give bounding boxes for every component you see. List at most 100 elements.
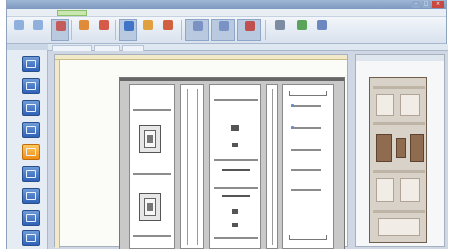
minimize-button[interactable]: – bbox=[412, 1, 420, 8]
preview-cabinet bbox=[369, 77, 427, 243]
breaker-lever bbox=[147, 135, 153, 143]
preview-module bbox=[400, 94, 420, 116]
module-tool-button[interactable] bbox=[22, 144, 40, 160]
cabinet-column-4[interactable] bbox=[266, 84, 278, 249]
breaker-module[interactable] bbox=[139, 193, 161, 221]
ribbon-button-label bbox=[95, 32, 113, 40]
search-icon bbox=[26, 126, 36, 134]
horizontal-ruler bbox=[55, 55, 347, 60]
ribbon-separator bbox=[71, 20, 72, 40]
layout-icon bbox=[193, 21, 203, 31]
mounting-bracket bbox=[289, 91, 327, 96]
preview-shelf bbox=[373, 170, 425, 173]
preview-device bbox=[376, 134, 392, 162]
panel-button-1[interactable] bbox=[22, 188, 40, 204]
column-rail bbox=[214, 159, 258, 161]
table-icon bbox=[275, 20, 285, 30]
window-title bbox=[127, 1, 307, 7]
front-view-button[interactable] bbox=[22, 78, 40, 94]
connection-marker bbox=[291, 104, 294, 107]
column-rail bbox=[291, 189, 321, 191]
rail-icon bbox=[143, 20, 153, 30]
terminal-block[interactable] bbox=[232, 223, 238, 227]
ribbon-button-label bbox=[10, 32, 28, 40]
document-tab-3[interactable] bbox=[122, 45, 144, 51]
maximize-button[interactable]: □ bbox=[422, 1, 430, 8]
ribbon-button-panel[interactable] bbox=[237, 19, 261, 41]
terminal-block[interactable] bbox=[232, 209, 238, 214]
breaker-module[interactable] bbox=[139, 125, 161, 153]
connection-marker bbox=[291, 126, 294, 129]
side-view-button[interactable] bbox=[22, 100, 40, 116]
workspace bbox=[48, 44, 448, 249]
side-view-icon bbox=[26, 104, 36, 112]
ribbon-button-check[interactable] bbox=[293, 19, 311, 41]
ribbon-separator bbox=[181, 20, 182, 40]
menu-tab-view[interactable] bbox=[89, 10, 111, 16]
cabinet-column-1[interactable] bbox=[129, 84, 175, 249]
cabinet-view-button[interactable] bbox=[22, 56, 40, 72]
module-icon bbox=[26, 148, 36, 156]
ribbon-button-table[interactable] bbox=[269, 19, 291, 41]
document-tab-2[interactable] bbox=[94, 45, 120, 51]
terminal-strip[interactable] bbox=[222, 195, 250, 197]
panel-button-3[interactable] bbox=[22, 230, 40, 246]
panel-button-2[interactable] bbox=[22, 210, 40, 226]
cabinet-icon bbox=[79, 20, 89, 30]
close-button[interactable]: × bbox=[432, 1, 444, 8]
vertical-rail bbox=[187, 89, 188, 245]
select-icon bbox=[56, 21, 66, 31]
ribbon-button-label bbox=[29, 32, 47, 40]
list-button[interactable] bbox=[22, 166, 40, 182]
vertical-rail bbox=[272, 89, 273, 245]
terminal-strip[interactable] bbox=[222, 169, 250, 171]
cabinet-column-5[interactable] bbox=[282, 84, 334, 249]
cabinet-top-rail bbox=[120, 78, 344, 81]
column-rail bbox=[133, 235, 171, 237]
menu-tab-file[interactable] bbox=[11, 10, 25, 16]
ribbon-button-insert[interactable] bbox=[95, 19, 113, 41]
module-icon bbox=[124, 21, 134, 31]
menu-tab-help[interactable] bbox=[113, 10, 131, 16]
ribbon-toolbar bbox=[7, 17, 446, 44]
ribbon-separator bbox=[265, 20, 266, 40]
preview-module bbox=[376, 178, 394, 202]
menu-tab-home[interactable] bbox=[27, 10, 55, 16]
ribbon-button-module[interactable] bbox=[119, 19, 137, 41]
left-tool-panel bbox=[7, 44, 48, 249]
terminal-block[interactable] bbox=[232, 143, 238, 147]
column-rail bbox=[214, 99, 258, 101]
ribbon-button-cabinet[interactable] bbox=[75, 19, 93, 41]
column-rail bbox=[291, 169, 321, 171]
preview-shelf bbox=[373, 122, 425, 125]
menu-tab-active[interactable] bbox=[57, 10, 87, 16]
terminal-block[interactable] bbox=[231, 125, 239, 131]
list-icon bbox=[26, 170, 36, 178]
search-button[interactable] bbox=[22, 122, 40, 138]
cabinet-column-3[interactable] bbox=[209, 84, 261, 249]
ribbon-button-help[interactable] bbox=[313, 19, 331, 41]
row-dimension-label bbox=[108, 118, 118, 122]
drawing-canvas[interactable] bbox=[54, 54, 348, 249]
ribbon-button-back[interactable] bbox=[10, 19, 28, 41]
cabinet-column-2[interactable] bbox=[180, 84, 204, 249]
ribbon-button-layout[interactable] bbox=[185, 19, 209, 41]
ribbon-button-select[interactable] bbox=[51, 19, 69, 41]
switchboard-cabinet[interactable] bbox=[119, 77, 345, 249]
device-icon bbox=[163, 20, 173, 30]
ribbon-button-rail[interactable] bbox=[139, 19, 157, 41]
preview-shelf bbox=[373, 86, 425, 89]
vertical-ruler bbox=[55, 60, 60, 248]
preview-panel[interactable] bbox=[355, 54, 445, 247]
column-rail bbox=[291, 149, 321, 151]
grid-icon bbox=[219, 21, 229, 31]
ribbon-button-grid[interactable] bbox=[211, 19, 235, 41]
preview-title bbox=[356, 55, 444, 61]
ribbon-button-forward[interactable] bbox=[29, 19, 47, 41]
ribbon-separator bbox=[115, 20, 116, 40]
document-tab-1[interactable] bbox=[52, 45, 92, 51]
vertical-rail bbox=[197, 89, 198, 245]
column-rail bbox=[214, 237, 258, 239]
preview-module bbox=[400, 178, 420, 202]
ribbon-button-device[interactable] bbox=[159, 19, 177, 41]
